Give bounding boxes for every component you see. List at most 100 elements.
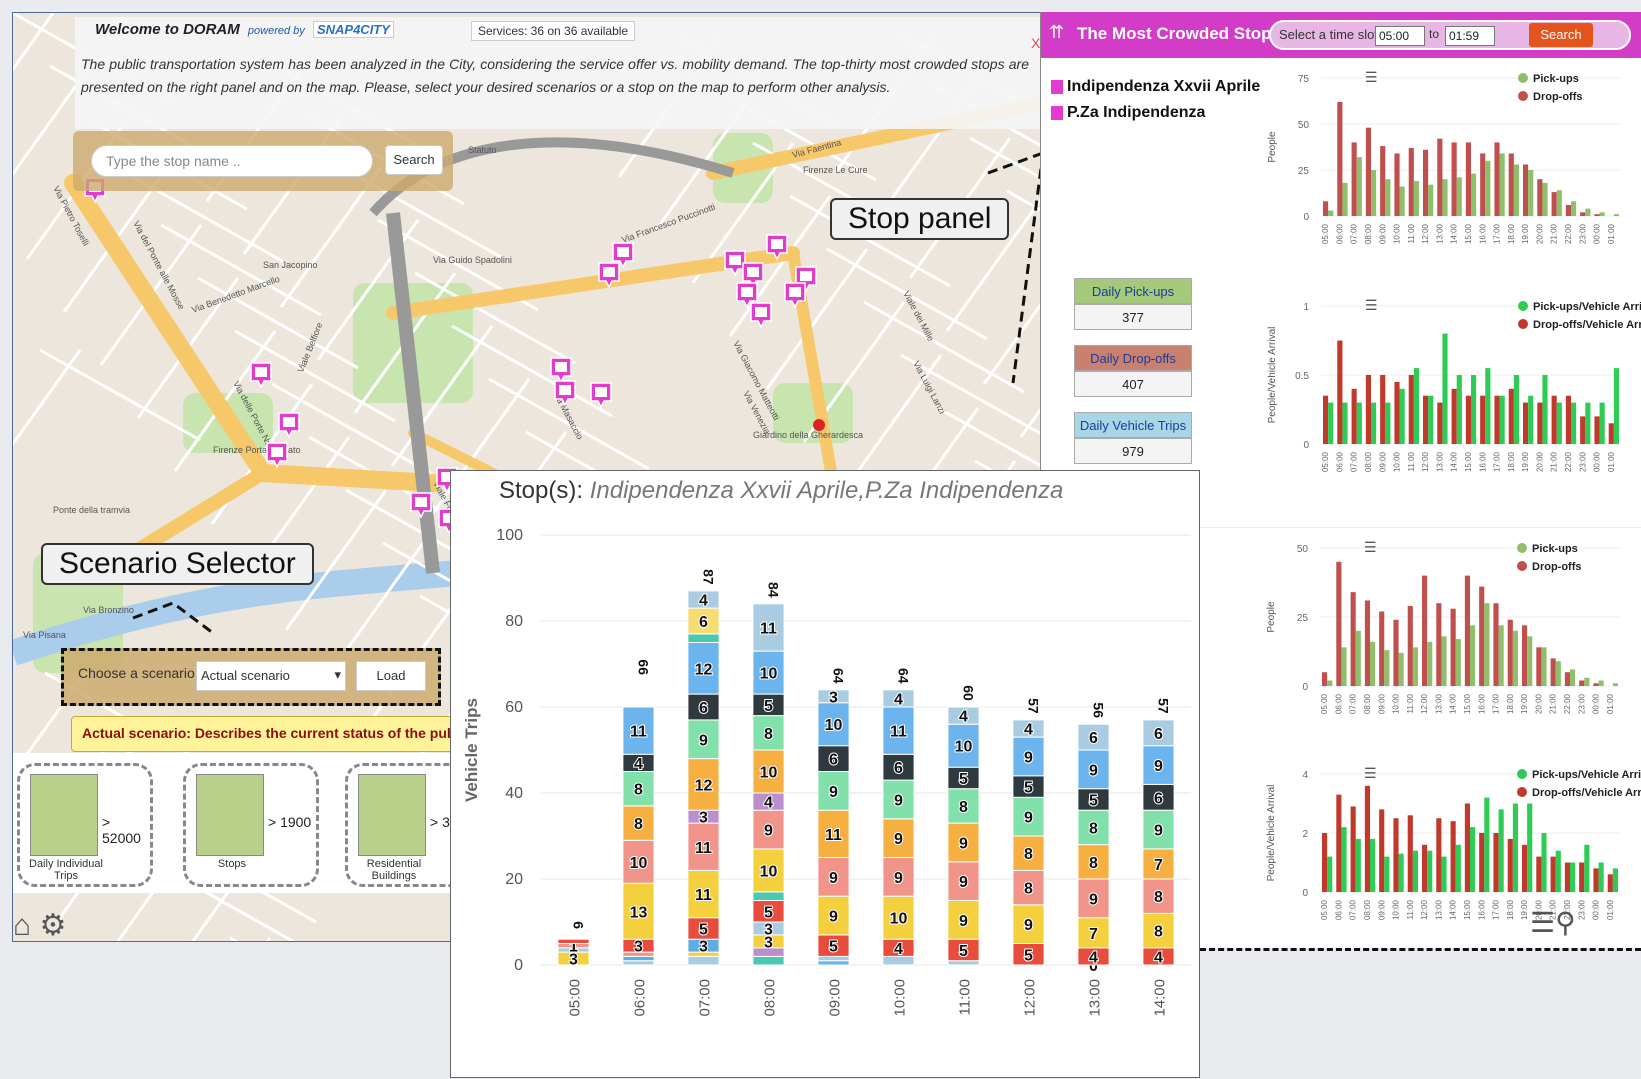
mini-y-tick: 25: [1297, 613, 1309, 624]
chevron-down-icon: ▾: [334, 667, 341, 683]
mini-x-tick: 21:00: [1550, 223, 1559, 244]
pickup-bar: [1600, 212, 1605, 216]
chart-menu-icon[interactable]: ☰: [1364, 539, 1377, 555]
bar-segment[interactable]: [623, 961, 654, 965]
segment-label: 12: [695, 661, 713, 678]
total-label: 66: [636, 659, 652, 675]
legend-label[interactable]: Pick-ups: [1532, 543, 1578, 555]
mini-x-tick: 15:00: [1463, 899, 1472, 920]
pickup-bar: [1541, 647, 1546, 686]
mini-x-tick: 22:00: [1564, 223, 1573, 244]
pickup-bar: [1614, 368, 1619, 444]
mini-x-tick: 05:00: [1320, 899, 1329, 920]
mini-x-tick: 08:00: [1363, 899, 1372, 920]
stat-value: > 52000: [102, 814, 150, 846]
mini-x-tick: 17:00: [1493, 451, 1502, 472]
mini-x-tick: 09:00: [1377, 693, 1386, 714]
stop-list-item[interactable]: Indipendenza Xxvii Aprile: [1051, 78, 1260, 96]
bus-stop-icon: [1051, 106, 1063, 120]
dropoff-bar: [1609, 423, 1614, 444]
stop-search-input[interactable]: Type the stop name ..: [91, 145, 373, 177]
time-from-select[interactable]: 05:00: [1375, 26, 1425, 46]
pickup-bar: [1427, 642, 1432, 686]
stop-search-button[interactable]: Search: [385, 145, 443, 175]
home-icon[interactable]: ⌂: [13, 909, 31, 942]
dropoff-bar: [1579, 863, 1584, 893]
dropoff-bar: [1423, 396, 1428, 444]
segment-label: 8: [634, 782, 643, 799]
mini-x-tick: 22:00: [1563, 693, 1572, 714]
gear-icon[interactable]: ⚙: [39, 909, 66, 942]
pickup-bar: [1427, 851, 1432, 892]
pickup-bar: [1442, 179, 1447, 216]
mini-x-tick: 16:00: [1478, 223, 1487, 244]
snap4city-logo: SNAP4CITY: [313, 21, 394, 38]
bar-segment[interactable]: [818, 956, 849, 960]
dropoff-bar: [1551, 658, 1556, 686]
dropoff-bar: [1522, 625, 1527, 686]
stop-list-item[interactable]: P.Za Indipendenza: [1051, 104, 1205, 122]
segment-label: 5: [1024, 780, 1033, 797]
mini-x-tick: 06:00: [1334, 899, 1343, 920]
bar-segment[interactable]: [623, 956, 654, 960]
total-label: 64: [831, 668, 847, 684]
legend-label[interactable]: Drop-offs: [1533, 91, 1583, 103]
legend-label[interactable]: Pick-ups/Vehicle Arrival: [1532, 769, 1641, 781]
mini-x-tick: 16:00: [1478, 451, 1487, 472]
mini-y-tick: 2: [1302, 829, 1308, 840]
mini-x-tick: 01:00: [1606, 899, 1615, 920]
mini-x-tick: 23:00: [1578, 451, 1587, 472]
mini-x-tick: 13:00: [1435, 223, 1444, 244]
bar-segment[interactable]: [818, 961, 849, 965]
chart-menu-icon[interactable]: ☰: [1365, 297, 1378, 313]
mini-y-label: People/Vehicle Arrival: [1267, 327, 1278, 424]
pickup-bar: [1499, 625, 1504, 686]
bar-segment[interactable]: [688, 634, 719, 643]
dropoff-bar: [1465, 576, 1470, 686]
pickup-bar: [1471, 174, 1476, 216]
dropoff-bar: [1523, 403, 1528, 444]
segment-label: 8: [1089, 820, 1098, 837]
bar-segment[interactable]: [558, 939, 589, 943]
stat-card-stops[interactable]: > 1900 Stops: [183, 763, 319, 887]
legend-label[interactable]: Drop-offs/Vehicle Arrival: [1532, 787, 1641, 799]
dropoff-bar: [1451, 821, 1456, 892]
mini-x-tick: 07:00: [1349, 693, 1358, 714]
mini-x-tick: 10:00: [1393, 223, 1402, 244]
dropoff-bar: [1509, 153, 1514, 216]
scenario-label: Choose a scenario:: [78, 665, 199, 681]
bar-segment[interactable]: [688, 956, 719, 965]
dropoff-bar: [1493, 603, 1498, 686]
legend-label[interactable]: Drop-offs: [1532, 561, 1582, 573]
time-search-button[interactable]: Search: [1529, 23, 1593, 47]
mini-x-tick: 18:00: [1507, 451, 1516, 472]
chart-menu-icon[interactable]: ☰: [1364, 765, 1377, 781]
bar-segment[interactable]: [948, 961, 979, 965]
dropoff-bar: [1523, 164, 1528, 216]
stat-card-trips[interactable]: > 52000 Daily Individual Trips: [17, 763, 153, 887]
scenario-load-button[interactable]: Load: [356, 661, 426, 691]
total-label: 60: [961, 685, 977, 701]
pickup-bar: [1371, 170, 1376, 216]
pickup-bar: [1614, 214, 1619, 216]
mini-x-tick: 06:00: [1334, 693, 1343, 714]
legend-label[interactable]: Pick-ups/Vehicle Arrival: [1533, 301, 1641, 313]
bar-segment[interactable]: [753, 956, 784, 965]
mini-x-tick: 15:00: [1464, 223, 1473, 244]
mini-x-tick: 12:00: [1421, 223, 1430, 244]
legend-label[interactable]: Drop-offs/Vehicle Arrival: [1533, 319, 1641, 331]
legend-label[interactable]: Pick-ups: [1533, 73, 1579, 85]
chart-menu-icon[interactable]: ☰: [1365, 69, 1378, 85]
mini-x-tick: 01:00: [1607, 223, 1616, 244]
scenario-dropdown[interactable]: Actual scenario ▾: [196, 661, 346, 691]
pickup-bar: [1341, 827, 1346, 892]
segment-label: 9: [959, 874, 968, 891]
close-icon[interactable]: X: [1031, 35, 1040, 51]
time-to-select[interactable]: 01:59: [1445, 26, 1495, 46]
x-tick-label: 08:00: [762, 979, 779, 1017]
menu-search-icon[interactable]: ☰⚲: [1530, 906, 1576, 939]
pickup-bar: [1385, 179, 1390, 216]
pickup-bar: [1528, 170, 1533, 216]
mini-x-tick: 19:00: [1520, 899, 1529, 920]
bar-segment[interactable]: [753, 892, 784, 901]
